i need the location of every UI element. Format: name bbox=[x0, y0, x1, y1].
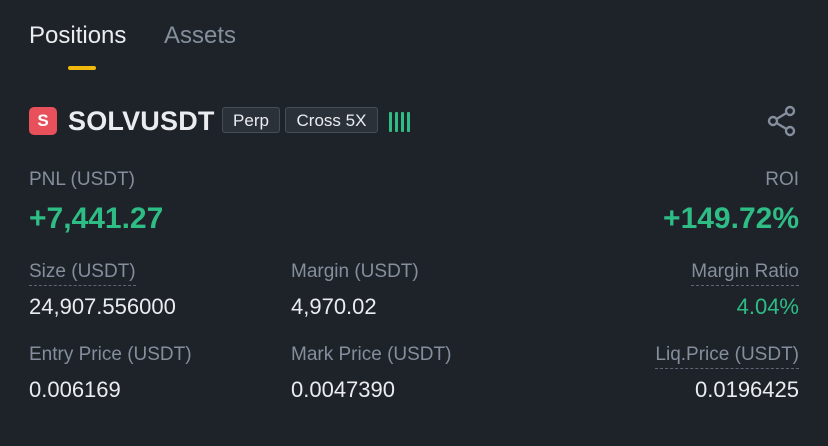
entry-price-value: 0.006169 bbox=[29, 377, 121, 402]
active-tab-indicator bbox=[68, 66, 96, 70]
tab-assets[interactable]: Assets bbox=[164, 20, 236, 52]
position-header: S SOLVUSDT Perp Cross 5X bbox=[29, 104, 799, 138]
margin-mode-tag[interactable]: Cross 5X bbox=[285, 107, 378, 133]
pnl-value: +7,441.27 bbox=[29, 202, 164, 235]
margin-label: Margin (USDT) bbox=[291, 261, 419, 282]
size-value: 24,907.556000 bbox=[29, 294, 176, 319]
tab-bar: Positions Assets bbox=[29, 20, 809, 80]
share-icon[interactable] bbox=[766, 105, 798, 137]
mark-price-label: Mark Price (USDT) bbox=[291, 344, 452, 365]
symbol-logo-icon: S bbox=[29, 107, 57, 135]
margin-ratio-value: 4.04% bbox=[736, 294, 799, 319]
signal-bars-icon bbox=[389, 110, 415, 132]
mark-price-value: 0.0047390 bbox=[291, 377, 395, 402]
contract-type-tag: Perp bbox=[222, 107, 280, 133]
pnl-label: PNL (USDT) bbox=[29, 169, 135, 190]
liq-price-label[interactable]: Liq.Price (USDT) bbox=[655, 343, 799, 369]
roi-value: +149.72% bbox=[663, 202, 799, 235]
liq-price-value: 0.0196425 bbox=[695, 377, 799, 402]
tab-positions[interactable]: Positions bbox=[29, 20, 126, 52]
size-label[interactable]: Size (USDT) bbox=[29, 260, 136, 286]
symbol-name[interactable]: SOLVUSDT bbox=[68, 104, 215, 138]
roi-label: ROI bbox=[765, 169, 799, 190]
entry-price-label: Entry Price (USDT) bbox=[29, 344, 192, 365]
margin-ratio-label[interactable]: Margin Ratio bbox=[691, 260, 799, 286]
margin-value: 4,970.02 bbox=[291, 294, 377, 319]
